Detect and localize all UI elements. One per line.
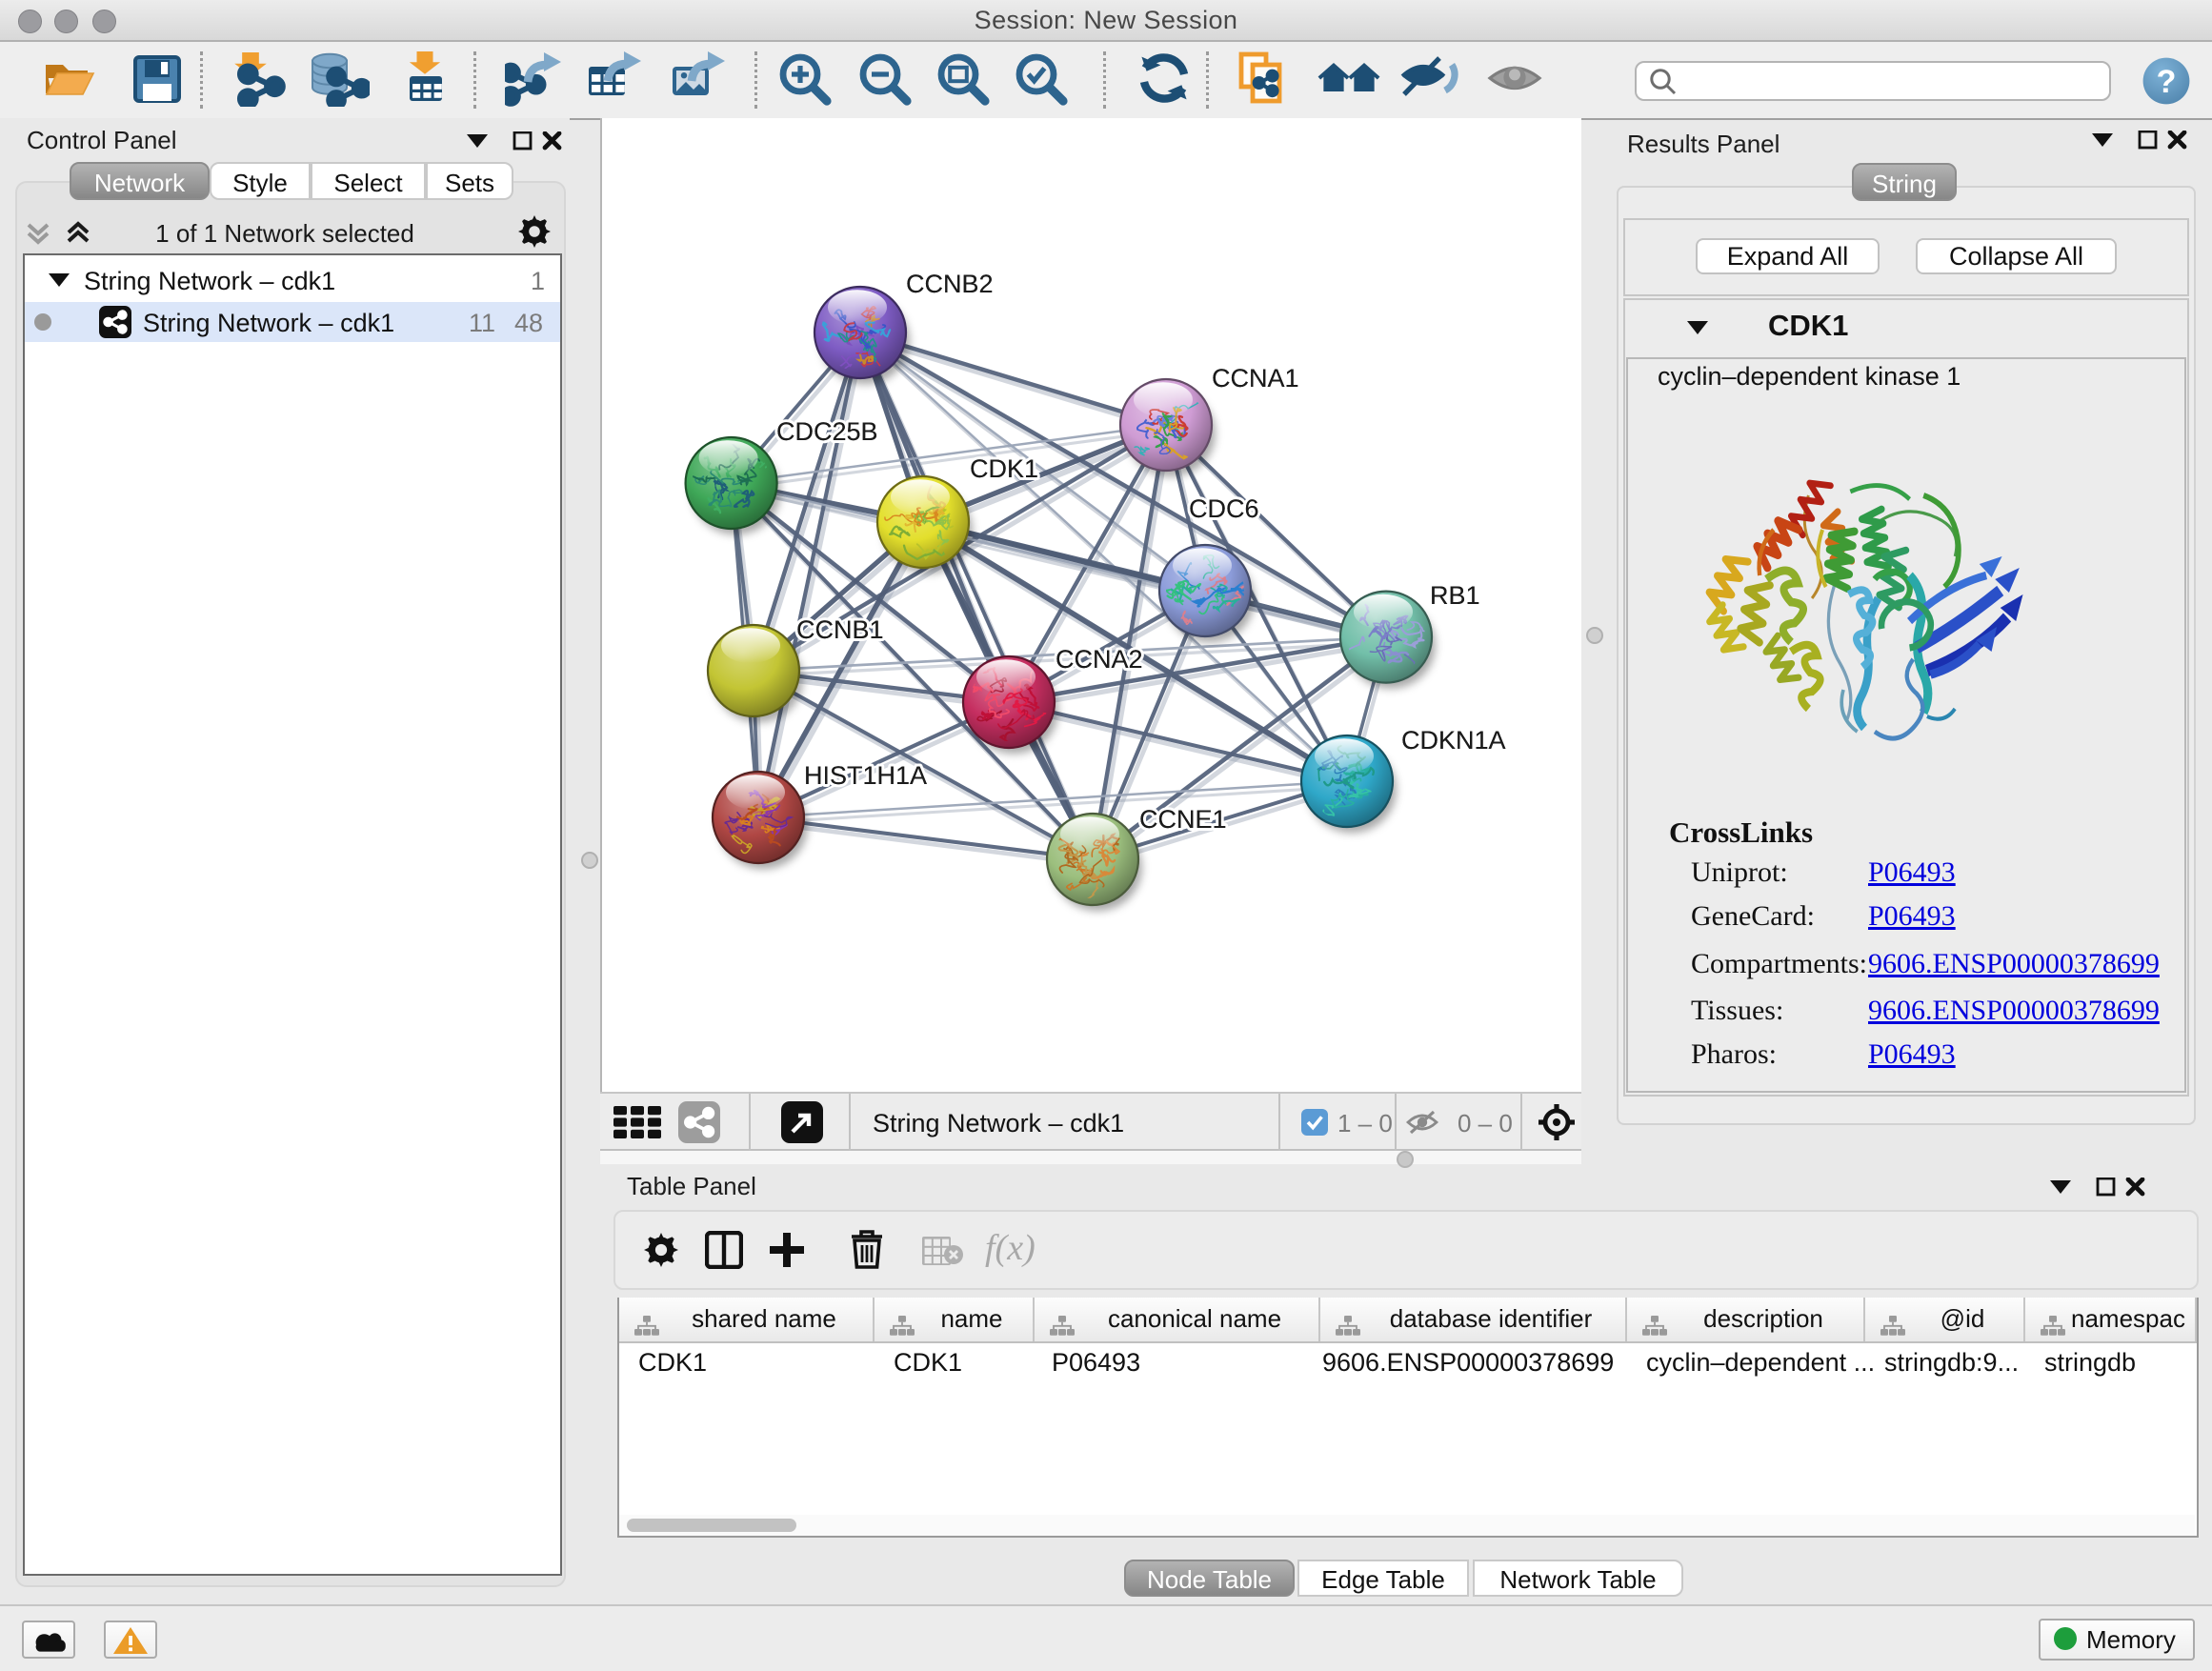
svg-text:RB1: RB1 — [1430, 581, 1480, 610]
svg-text:CDC25B: CDC25B — [776, 417, 878, 446]
svg-text:CDC6: CDC6 — [1189, 494, 1259, 523]
svg-text:CCNA2: CCNA2 — [1056, 645, 1143, 674]
svg-text:CCNE1: CCNE1 — [1139, 805, 1227, 834]
svg-text:HIST1H1A: HIST1H1A — [804, 761, 927, 790]
svg-text:?: ? — [2157, 64, 2177, 100]
svg-text:CCNB1: CCNB1 — [796, 615, 884, 644]
svg-text:CDKN1A: CDKN1A — [1401, 726, 1506, 755]
svg-text:CDK1: CDK1 — [970, 454, 1038, 483]
svg-text:CCNA1: CCNA1 — [1212, 364, 1299, 393]
svg-text:CCNB2: CCNB2 — [906, 270, 994, 298]
